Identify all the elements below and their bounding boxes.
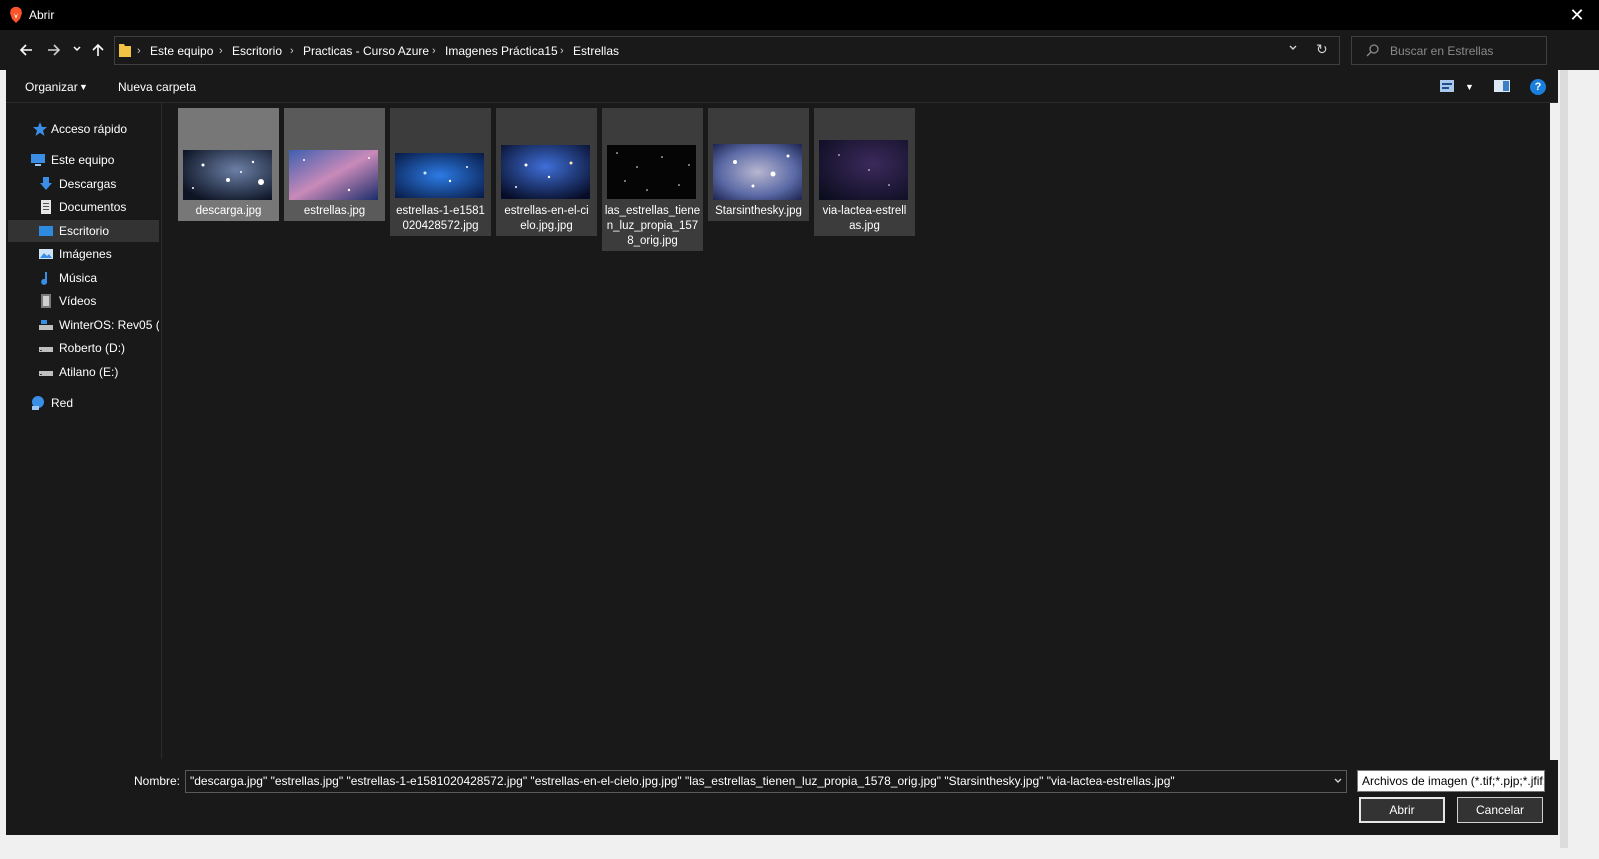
help-icon[interactable]: ?: [1530, 79, 1546, 95]
sidebar-item-label: Vídeos: [59, 294, 97, 308]
video-icon: [41, 294, 51, 308]
file-item[interactable]: via-lactea-estrell as.jpg: [814, 108, 915, 236]
title-bar: [0, 0, 1599, 30]
file-name: estrellas-en-el-ci elo.jpg.jpg: [504, 205, 589, 232]
address-bar[interactable]: [114, 36, 1340, 65]
search-icon: [1366, 44, 1379, 57]
breadcrumb-imagenes[interactable]: Imagenes Práctica15: [445, 44, 558, 58]
organize-button[interactable]: Organizar: [25, 80, 78, 94]
scrollbar-track[interactable]: [1560, 68, 1568, 848]
brave-lion-icon: [10, 7, 22, 23]
arrow-up-icon[interactable]: [89, 41, 107, 59]
file-item[interactable]: descarga.jpg: [178, 108, 279, 221]
sidebar-item-escritorio[interactable]: Escritorio: [8, 220, 159, 242]
file-item[interactable]: las_estrellas_tiene n_luz_propia_157 8_o…: [602, 108, 703, 251]
sidebar-item-label: Imágenes: [59, 247, 112, 261]
arrow-right-icon[interactable]: [45, 41, 63, 59]
sidebar-item-label: Este equipo: [51, 153, 115, 167]
sidebar-item-descargas[interactable]: Descargas: [8, 173, 159, 195]
file-name-input[interactable]: "descarga.jpg" "estrellas.jpg" "estrella…: [185, 770, 1347, 793]
close-icon[interactable]: ✕: [1566, 5, 1588, 25]
image-thumbnail: [501, 145, 590, 199]
caret-down-icon[interactable]: ▼: [1465, 82, 1474, 92]
file-name-label: Nombre:: [134, 774, 181, 788]
breadcrumb-estrellas[interactable]: Estrellas: [573, 44, 619, 58]
file-type-select[interactable]: Archivos de imagen (*.tif;*.pjp;*.jfif;*…: [1357, 770, 1545, 792]
file-item[interactable]: estrellas-en-el-ci elo.jpg.jpg: [496, 108, 597, 236]
window-title: Abrir: [29, 8, 55, 22]
image-thumbnail: [819, 140, 908, 200]
document-icon: [41, 200, 51, 214]
sidebar-item-red[interactable]: Red: [8, 392, 159, 414]
image-thumbnail: [713, 144, 802, 200]
desktop-icon: [39, 226, 53, 236]
computer-icon: [31, 154, 45, 166]
cancel-button[interactable]: Cancelar: [1457, 797, 1543, 823]
chevron-down-icon[interactable]: [1333, 776, 1343, 786]
drive-icon: [39, 371, 53, 376]
open-button[interactable]: Abrir: [1359, 797, 1445, 823]
file-name: estrellas-1-e1581 020428572.jpg: [396, 205, 485, 232]
music-note-icon: [41, 272, 48, 285]
caret-down-icon[interactable]: ▼: [79, 82, 88, 92]
network-icon: [32, 396, 44, 410]
download-arrow-icon: [40, 177, 52, 190]
breadcrumb-escritorio[interactable]: Escritorio: [232, 44, 282, 58]
sidebar-item-label: Atilano (E:): [59, 365, 119, 379]
change-view-icon[interactable]: [1440, 80, 1454, 92]
sidebar-item-drive-c[interactable]: WinterOS: Rev05 (C: [8, 314, 159, 336]
arrow-left-icon[interactable]: [17, 41, 35, 59]
window-frame-right: [1550, 30, 1599, 859]
sidebar-item-label: Escritorio: [59, 224, 110, 238]
drive-icon: [39, 347, 53, 352]
search-placeholder[interactable]: Buscar en Estrellas: [1390, 44, 1493, 58]
file-name: via-lactea-estrell as.jpg: [822, 205, 907, 232]
sidebar-item-drive-d[interactable]: Roberto (D:): [8, 337, 159, 359]
refresh-icon[interactable]: ↻: [1316, 41, 1328, 58]
sidebar-item-imagenes[interactable]: Imágenes: [8, 243, 159, 265]
file-name: descarga.jpg: [195, 205, 262, 217]
pictures-icon: [39, 249, 53, 259]
breadcrumb-este-equipo[interactable]: Este equipo: [150, 44, 213, 58]
chevron-down-icon[interactable]: [72, 44, 82, 54]
breadcrumb-practicas[interactable]: Practicas - Curso Azure: [303, 44, 429, 58]
image-thumbnail: [289, 150, 378, 200]
file-name: Starsinthesky.jpg: [715, 205, 802, 217]
sidebar-item-label: Roberto (D:): [59, 341, 126, 355]
file-item[interactable]: estrellas-1-e1581 020428572.jpg: [390, 108, 491, 236]
sidebar-item-este-equipo[interactable]: Este equipo: [8, 149, 159, 171]
window-frame-bottom: [0, 835, 1550, 859]
sidebar-item-label: WinterOS: Rev05 (C: [59, 318, 159, 332]
image-thumbnail: [395, 153, 484, 198]
image-thumbnail: [183, 150, 272, 200]
sidebar-item-label: Descargas: [59, 177, 117, 191]
preview-pane-icon[interactable]: [1494, 80, 1510, 92]
file-item[interactable]: estrellas.jpg: [284, 108, 385, 221]
file-item[interactable]: Starsinthesky.jpg: [708, 108, 809, 221]
command-bar: [6, 70, 1558, 103]
sidebar-item-label: Música: [59, 271, 98, 285]
sidebar-item-label: Red: [51, 396, 74, 410]
sidebar-item-acceso-rapido[interactable]: Acceso rápido: [8, 118, 159, 140]
sidebar-item-documentos[interactable]: Documentos: [8, 196, 159, 218]
sidebar-item-musica[interactable]: Música: [8, 267, 159, 289]
star-icon: [33, 122, 47, 136]
file-name: estrellas.jpg: [303, 205, 366, 217]
sidebar-item-drive-e[interactable]: Atilano (E:): [8, 361, 159, 383]
sidebar-item-label: Acceso rápido: [51, 122, 128, 136]
system-drive-icon: [39, 320, 53, 330]
sidebar-item-label: Documentos: [59, 200, 127, 214]
chevron-down-icon[interactable]: [1288, 43, 1298, 53]
new-folder-button[interactable]: Nueva carpeta: [118, 80, 196, 94]
sidebar-item-videos[interactable]: Vídeos: [8, 290, 159, 312]
image-thumbnail: [607, 145, 696, 199]
file-name: las_estrellas_tiene n_luz_propia_157 8_o…: [604, 205, 701, 247]
folder-icon: [119, 44, 131, 57]
